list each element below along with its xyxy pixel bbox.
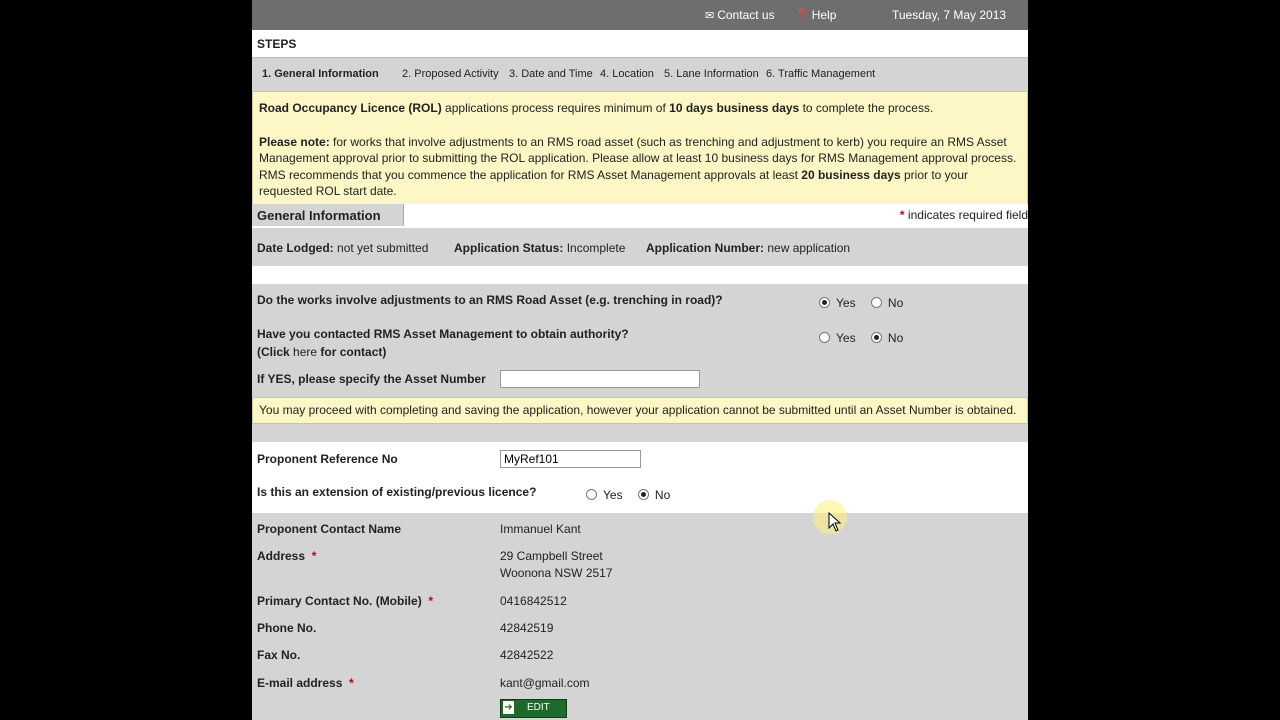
asset-contact-yes[interactable]: Yes [819,331,856,345]
edit-contact-button[interactable]: ➔ EDIT [500,699,567,718]
fax-label: Fax No. [257,648,301,662]
asset-adjustment-question: Do the works involve adjustments to an R… [257,293,723,307]
email-label: E-mail address * [257,676,354,690]
required-star: * [428,594,434,608]
asset-number-label: If YES, please specify the Asset Number [257,372,486,386]
contact-here-link[interactable]: here [293,345,317,359]
section-title: General Information [257,208,381,223]
radio-selected[interactable] [637,489,649,500]
asset-adjustment-yes[interactable]: Yes [819,296,856,310]
steps-title: STEPS [257,37,297,51]
asset-adjustment-radios: Yes No [819,296,915,310]
proponent-ref-label: Proponent Reference No [257,452,398,466]
asset-warning-text: You may proceed with completing and savi… [259,403,1017,417]
asset-contact-question: Have you contacted RMS Asset Management … [257,327,629,341]
current-date: Tuesday, 7 May 2013 [892,8,1007,22]
asset-number-input[interactable] [500,370,700,388]
required-star: * [349,676,354,690]
address-label: Address * [257,549,317,563]
help-icon: ❓ [795,10,809,22]
fax-value: 42842522 [500,648,554,662]
application-status-row: Date Lodged: not yet submitted Applicati… [252,228,1028,266]
application-number: Application Number: new application [646,241,851,255]
step-date-and-time[interactable]: 3. Date and Time [509,68,593,80]
date-lodged: Date Lodged: not yet submitted [257,241,429,255]
radio-selected[interactable] [819,297,830,308]
step-location[interactable]: 4. Location [600,68,654,80]
asset-contact-no[interactable]: No [870,331,903,345]
radio-unselected[interactable] [870,297,882,308]
envelope-icon: ✉ [705,10,715,22]
radio-selected[interactable] [870,332,882,343]
contact-name-value: Immanuel Kant [500,522,581,536]
mobile-value: 0416842512 [500,594,567,608]
email-value: kant@gmail.com [500,676,590,690]
contact-name-label: Proponent Contact Name [257,522,402,536]
required-star: * [311,549,317,563]
notice-paragraph-2: Please note: for works that involve adju… [259,134,1017,199]
extension-radios: Yes No [586,488,682,502]
asset-adjustment-no[interactable]: No [870,296,903,310]
step-lane-information[interactable]: 5. Lane Information [664,68,759,80]
arrow-right-icon: ➔ [503,701,514,714]
edit-button-label: EDIT [527,702,550,713]
help-link[interactable]: ❓ Help [795,8,836,22]
rol-application-page: ✉ Contact us ❓ Help Tuesday, 7 May 2013 ST… [252,0,1028,720]
proponent-ref-input[interactable] [500,450,641,468]
phone-label: Phone No. [257,621,317,635]
contact-us-label: Contact us [717,8,775,22]
extension-no[interactable]: No [637,488,670,502]
extension-question: Is this an extension of existing/previou… [257,485,537,499]
address-value: 29 Campbell Street Woonona NSW 2517 [500,549,613,580]
contact-details-section: Proponent Contact Name Immanuel Kant Add… [252,513,1028,720]
phone-value: 42842519 [500,621,554,635]
step-proposed-activity[interactable]: 2. Proposed Activity [402,68,499,80]
mouse-pointer-icon [828,512,842,532]
radio-unselected[interactable] [586,489,597,500]
required-field-note: * indicates required field [899,208,1028,222]
rol-notice-box: Road Occupancy Licence (ROL) application… [252,91,1028,205]
section-header: General Information * indicates required… [252,204,1028,226]
asset-contact-sub: (Click here for contact) [257,345,387,359]
steps-nav: 1. General Information 2. Proposed Activ… [252,57,1028,91]
step-traffic-management[interactable]: 6. Traffic Management [766,68,875,80]
contact-us-link[interactable]: ✉ Contact us [705,8,775,22]
top-bar: ✉ Contact us ❓ Help Tuesday, 7 May 2013 [252,0,1028,30]
asset-warning-box: You may proceed with completing and savi… [252,397,1028,424]
extension-yes[interactable]: Yes [586,488,623,502]
asset-contact-radios: Yes No [819,331,915,345]
steps-header: STEPS [252,30,1028,56]
step-general-information[interactable]: 1. General Information [262,68,379,80]
notice-paragraph-1: Road Occupancy Licence (ROL) application… [259,101,934,115]
proponent-section: Proponent Reference No Is this an extens… [252,442,1028,512]
radio-unselected[interactable] [819,332,830,343]
mobile-label: Primary Contact No. (Mobile) * [257,594,434,608]
section-tab: General Information [252,204,404,226]
application-status: Application Status: Incomplete [454,241,626,255]
help-label: Help [811,8,837,22]
